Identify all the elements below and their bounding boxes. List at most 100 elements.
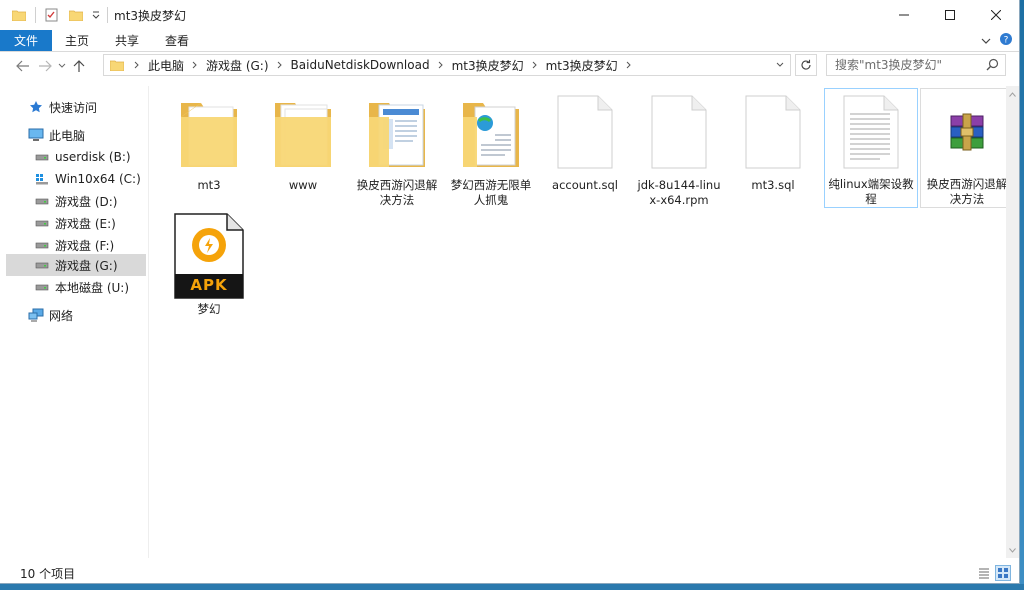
- file-item-mt3[interactable]: mt3: [162, 88, 256, 208]
- desktop-edge: [1020, 0, 1024, 590]
- expand-ribbon-chevron-icon[interactable]: [981, 34, 991, 48]
- file-item-menghuan-apk[interactable]: APK 梦幻: [162, 208, 256, 316]
- computer-icon: [28, 127, 44, 143]
- tab-share[interactable]: 共享: [102, 30, 152, 51]
- maximize-button[interactable]: [927, 0, 973, 30]
- sidebar-item-drive-f[interactable]: 游戏盘 (F:): [6, 234, 146, 256]
- file-item-mt3-sql[interactable]: mt3.sql: [726, 88, 820, 208]
- drive-icon: [34, 279, 50, 295]
- sidebar-item-drive-g[interactable]: 游戏盘 (G:): [6, 254, 146, 276]
- file-name: www: [288, 178, 318, 192]
- sidebar-item-drive-d[interactable]: 游戏盘 (D:): [6, 190, 146, 212]
- window-title: mt3换皮梦幻: [114, 8, 187, 23]
- drive-icon: [34, 149, 50, 165]
- sidebar-item-label: 游戏盘 (G:): [55, 258, 118, 273]
- quick-access-toolbar: [0, 4, 103, 26]
- large-icons-view-icon[interactable]: [995, 565, 1011, 581]
- address-dropdown[interactable]: [770, 55, 790, 75]
- breadcrumb-this-pc[interactable]: 此电脑: [148, 57, 184, 74]
- drive-icon: [34, 193, 50, 209]
- sidebar-item-label: 网络: [49, 308, 74, 323]
- blank-file-icon: [639, 92, 719, 172]
- toolbar-divider: [35, 7, 36, 23]
- breadcrumb-separator-icon[interactable]: [532, 61, 538, 69]
- sidebar-item-userdisk-b[interactable]: userdisk (B:): [6, 146, 146, 168]
- customize-toolbar-chevron-icon[interactable]: [89, 4, 103, 26]
- pane-divider[interactable]: [148, 86, 149, 558]
- folder-web-document-icon: [451, 92, 531, 172]
- sidebar-item-label: 本地磁盘 (U:): [55, 280, 130, 295]
- breadcrumb-separator-icon[interactable]: [192, 61, 198, 69]
- title-bar[interactable]: mt3换皮梦幻: [0, 0, 1019, 30]
- back-arrow-icon[interactable]: [12, 54, 34, 78]
- tab-home[interactable]: 主页: [52, 30, 102, 51]
- file-name: mt3: [197, 178, 221, 192]
- sidebar-item-drive-e[interactable]: 游戏盘 (E:): [6, 212, 146, 234]
- explorer-window: mt3换皮梦幻 文件 主页 共享 查看 ? 此电脑 游戏盘 (G:) Baidu…: [0, 0, 1020, 584]
- breadcrumb-separator-icon[interactable]: [438, 61, 444, 69]
- sidebar-item-label: userdisk (B:): [55, 150, 131, 164]
- forward-arrow-icon[interactable]: [34, 54, 56, 78]
- navigation-pane: 快速访问 此电脑 userdisk (B:) Win10x64 (C:) 游戏盘…: [0, 86, 148, 558]
- rar-archive-icon: [927, 93, 1007, 171]
- scroll-down-arrow-icon[interactable]: [1006, 542, 1019, 558]
- folder-icon[interactable]: [8, 4, 30, 26]
- folder-icon: [263, 92, 343, 172]
- sidebar-item-label: 游戏盘 (E:): [55, 216, 116, 231]
- sidebar-item-network[interactable]: 网络: [6, 304, 146, 326]
- title-divider: [107, 7, 108, 23]
- system-drive-icon: [34, 171, 50, 187]
- minimize-button[interactable]: [881, 0, 927, 30]
- tab-file[interactable]: 文件: [0, 30, 53, 51]
- status-bar: 10 个项目: [0, 562, 1019, 584]
- blank-file-icon: [733, 92, 813, 172]
- file-name: mt3.sql: [751, 178, 795, 192]
- star-icon: [28, 99, 44, 115]
- address-bar[interactable]: 此电脑 游戏盘 (G:) BaiduNetdiskDownload mt3换皮梦…: [103, 54, 791, 76]
- sidebar-item-label: 此电脑: [49, 128, 86, 143]
- sidebar-item-local-disk-u[interactable]: 本地磁盘 (U:): [6, 276, 146, 298]
- sidebar-item-label: Win10x64 (C:): [55, 172, 141, 186]
- refresh-icon: [801, 59, 811, 70]
- breadcrumb-separator-icon[interactable]: [134, 61, 140, 69]
- file-name: 纯linux端架设教程: [828, 177, 914, 206]
- breadcrumb-separator-icon[interactable]: [626, 61, 632, 69]
- search-icon[interactable]: [986, 58, 999, 74]
- file-item-ghost-hunt-folder[interactable]: 梦幻西游无限单人抓鬼: [444, 88, 538, 208]
- drive-icon: [34, 257, 50, 273]
- file-name: 梦幻: [197, 302, 221, 316]
- properties-icon[interactable]: [41, 4, 63, 26]
- search-box[interactable]: [826, 54, 1006, 76]
- recent-locations-chevron-icon[interactable]: [56, 54, 68, 78]
- ribbon-tabs: 文件 主页 共享 查看 ?: [0, 30, 1019, 52]
- file-item-crash-fix-rar[interactable]: 换皮西游闪退解决方法: [920, 88, 1014, 208]
- ribbon-right-controls: ?: [981, 30, 1013, 51]
- sidebar-item-label: 游戏盘 (D:): [55, 194, 118, 209]
- file-item-linux-setup-guide[interactable]: 纯linux端架设教程: [824, 88, 918, 208]
- scroll-up-arrow-icon[interactable]: [1006, 86, 1019, 102]
- sidebar-item-label: 快速访问: [49, 100, 98, 115]
- file-item-www[interactable]: www: [256, 88, 350, 208]
- sidebar-item-win10x64-c[interactable]: Win10x64 (C:): [6, 168, 146, 190]
- breadcrumb-baidunetdisk[interactable]: BaiduNetdiskDownload: [291, 58, 430, 72]
- sidebar-item-this-pc[interactable]: 此电脑: [6, 124, 146, 146]
- breadcrumb-mt3-current[interactable]: mt3换皮梦幻: [546, 57, 618, 74]
- sidebar-item-quick-access[interactable]: 快速访问: [6, 96, 146, 118]
- new-folder-icon[interactable]: [65, 4, 87, 26]
- breadcrumb-drive-g[interactable]: 游戏盘 (G:): [206, 57, 269, 74]
- vertical-scrollbar[interactable]: [1006, 86, 1019, 558]
- help-icon[interactable]: ?: [999, 32, 1013, 49]
- file-item-jdk-rpm[interactable]: jdk-8u144-linux-x64.rpm: [632, 88, 726, 208]
- tab-view[interactable]: 查看: [152, 30, 202, 51]
- up-arrow-icon[interactable]: [68, 54, 90, 78]
- breadcrumb-mt3-parent[interactable]: mt3换皮梦幻: [452, 57, 524, 74]
- sidebar-item-label: 游戏盘 (F:): [55, 238, 115, 253]
- file-item-account-sql[interactable]: account.sql: [538, 88, 632, 208]
- close-button[interactable]: [973, 0, 1019, 30]
- file-item-crash-fix-folder[interactable]: 换皮西游闪退解决方法: [350, 88, 444, 208]
- file-list: mt3 www 换皮西游闪退解决方法 梦幻西游无限单人抓鬼 account.sq…: [160, 86, 1014, 558]
- search-input[interactable]: [833, 57, 987, 73]
- refresh-button[interactable]: [795, 54, 817, 76]
- details-view-icon[interactable]: [976, 565, 992, 581]
- breadcrumb-separator-icon[interactable]: [277, 61, 283, 69]
